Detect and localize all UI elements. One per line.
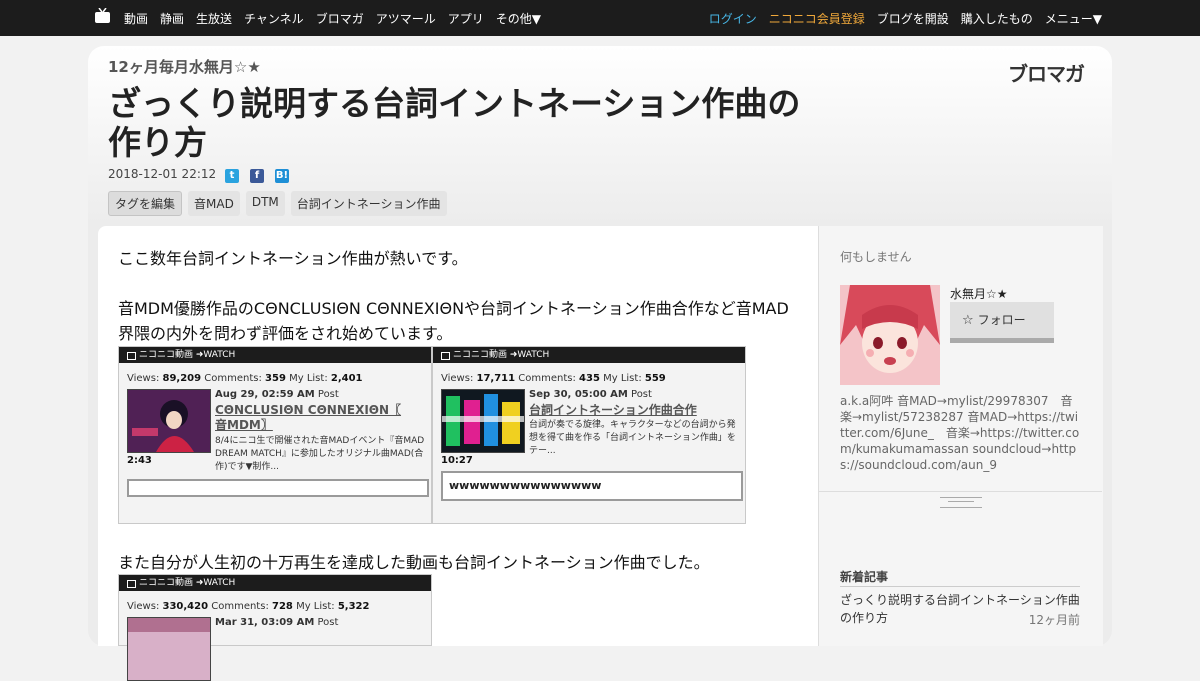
video-post-date: Sep 30, 05:00 AM Post [529, 389, 652, 400]
video-post-date: Aug 29, 02:59 AM Post [215, 389, 339, 400]
nav-apps[interactable]: アプリ [448, 10, 484, 27]
nav-other-dropdown[interactable]: その他▼ [496, 10, 541, 27]
article-paragraph: ここ数年台詞イントネーション作曲が熱いです。 [118, 249, 468, 268]
blomaga-logo[interactable]: ブロマガ [1008, 58, 1085, 87]
video-duration: 2:43 [127, 455, 152, 466]
video-description: 台詞が奏でる旋律。キャラクターなどの台詞から発想を得て曲を作る「台詞イントネーシ… [529, 420, 736, 456]
author-name[interactable]: 水無月☆★ [950, 285, 1008, 302]
nav-live[interactable]: 生放送 [196, 10, 232, 27]
sidebar-divider [818, 491, 1102, 492]
nav-video[interactable]: 動画 [124, 10, 148, 27]
hatena-bookmark-icon[interactable]: B! [275, 169, 289, 183]
page-title: ざっくり説明する台詞イントネーション作曲の作り方 [108, 84, 801, 162]
login-link[interactable]: ログイン [709, 10, 757, 27]
video-title-link[interactable]: 台詞イントネーション作曲合作 [529, 403, 729, 418]
facebook-share-icon[interactable]: f [250, 169, 264, 183]
author-status: 何もしません [840, 250, 912, 264]
comment-ticker [127, 479, 429, 497]
nav-channel[interactable]: チャンネル [244, 10, 304, 27]
niconico-tv-icon[interactable] [94, 8, 111, 24]
tag-item[interactable]: 音MAD [188, 191, 240, 216]
tag-item[interactable]: 台詞イントネーション作曲 [290, 191, 447, 216]
twitter-share-icon[interactable]: t [225, 169, 239, 183]
nav-blomaga[interactable]: ブロマガ [316, 10, 364, 27]
recent-articles-heading: 新着記事 [840, 570, 889, 584]
drag-handle-icon[interactable] [940, 497, 982, 508]
video-embed[interactable]: ニコニコ動画 ➜WATCH Views: 89,209 Comments: 35… [118, 346, 432, 524]
account-nav: ログイン ニコニコ会員登録 ブログを開設 購入したもの メニュー▼ [697, 0, 1102, 36]
embed-header[interactable]: ニコニコ動画 ➜WATCH [433, 347, 745, 363]
purchased-link[interactable]: 購入したもの [961, 10, 1033, 27]
menu-dropdown[interactable]: メニュー▼ [1045, 10, 1102, 27]
video-title-link[interactable]: CΘNCⅬUSIΘN CΘNNEXIΘN〖 音MDM〗 [215, 403, 415, 433]
embed-stats: Views: 89,209 Comments: 359 My List: 2,4… [127, 373, 363, 384]
register-link[interactable]: ニコニコ会員登録 [769, 10, 865, 27]
avatar[interactable] [840, 285, 940, 385]
follow-button[interactable]: ☆ フォロー [950, 302, 1054, 343]
embed-stats: Views: 17,711 Comments: 435 My List: 559 [441, 373, 666, 384]
video-post-date: Mar 31, 03:09 AM Post [215, 617, 339, 628]
service-nav: 動画 静画 生放送 チャンネル ブロマガ アツマール アプリ その他▼ [124, 0, 553, 36]
video-thumbnail[interactable] [127, 617, 211, 681]
embed-stats: Views: 330,420 Comments: 728 My List: 5,… [127, 601, 370, 612]
article-paragraph: 音MDM優勝作品のCΘNCⅬUSIΘN CΘNNEXIΘNや台詞イントネーション… [118, 299, 789, 343]
edit-tags-button[interactable]: タグを編集 [108, 191, 183, 216]
open-blog-link[interactable]: ブログを開設 [877, 10, 949, 27]
nav-seiga[interactable]: 静画 [160, 10, 184, 27]
star-icon: ☆ [962, 313, 974, 328]
post-date: 2018-12-01 22:12 [108, 167, 217, 181]
series-title[interactable]: 12ヶ月毎月水無月☆★ [108, 56, 261, 77]
nav-atsumaru[interactable]: アツマール [376, 10, 436, 27]
follow-label: フォロー [977, 313, 1026, 327]
embed-header[interactable]: ニコニコ動画 ➜WATCH [119, 347, 431, 363]
article-paragraph: また自分が人生初の十万再生を達成した動画も台詞イントネーション作曲でした。 [118, 553, 710, 572]
heading-divider [840, 586, 1080, 587]
top-navbar: 動画 静画 生放送 チャンネル ブロマガ アツマール アプリ その他▼ ログイン… [0, 0, 1200, 36]
video-duration: 10:27 [441, 455, 473, 466]
video-description: 8/4にニコ生で開催された音MADイベント『音MAD DREAM MATCH』に… [215, 436, 425, 472]
author-bio: a.k.a阿吽 音MAD→mylist/29978307 音楽→mylist/5… [840, 394, 1080, 472]
embed-header[interactable]: ニコニコ動画 ➜WATCH [119, 575, 431, 591]
recent-article-time: 12ヶ月前 [1028, 613, 1080, 627]
comment-ticker: wwwwwwwwwwwwwww [441, 471, 743, 501]
tag-list: タグを編集 音MAD DTM 台詞イントネーション作曲 [108, 191, 453, 216]
video-thumbnail[interactable] [441, 389, 525, 453]
video-thumbnail[interactable] [127, 389, 211, 453]
video-embed[interactable]: ニコニコ動画 ➜WATCH Views: 17,711 Comments: 43… [432, 346, 746, 524]
video-embed[interactable]: ニコニコ動画 ➜WATCH Views: 330,420 Comments: 7… [118, 574, 432, 681]
tag-item[interactable]: DTM [245, 191, 285, 216]
